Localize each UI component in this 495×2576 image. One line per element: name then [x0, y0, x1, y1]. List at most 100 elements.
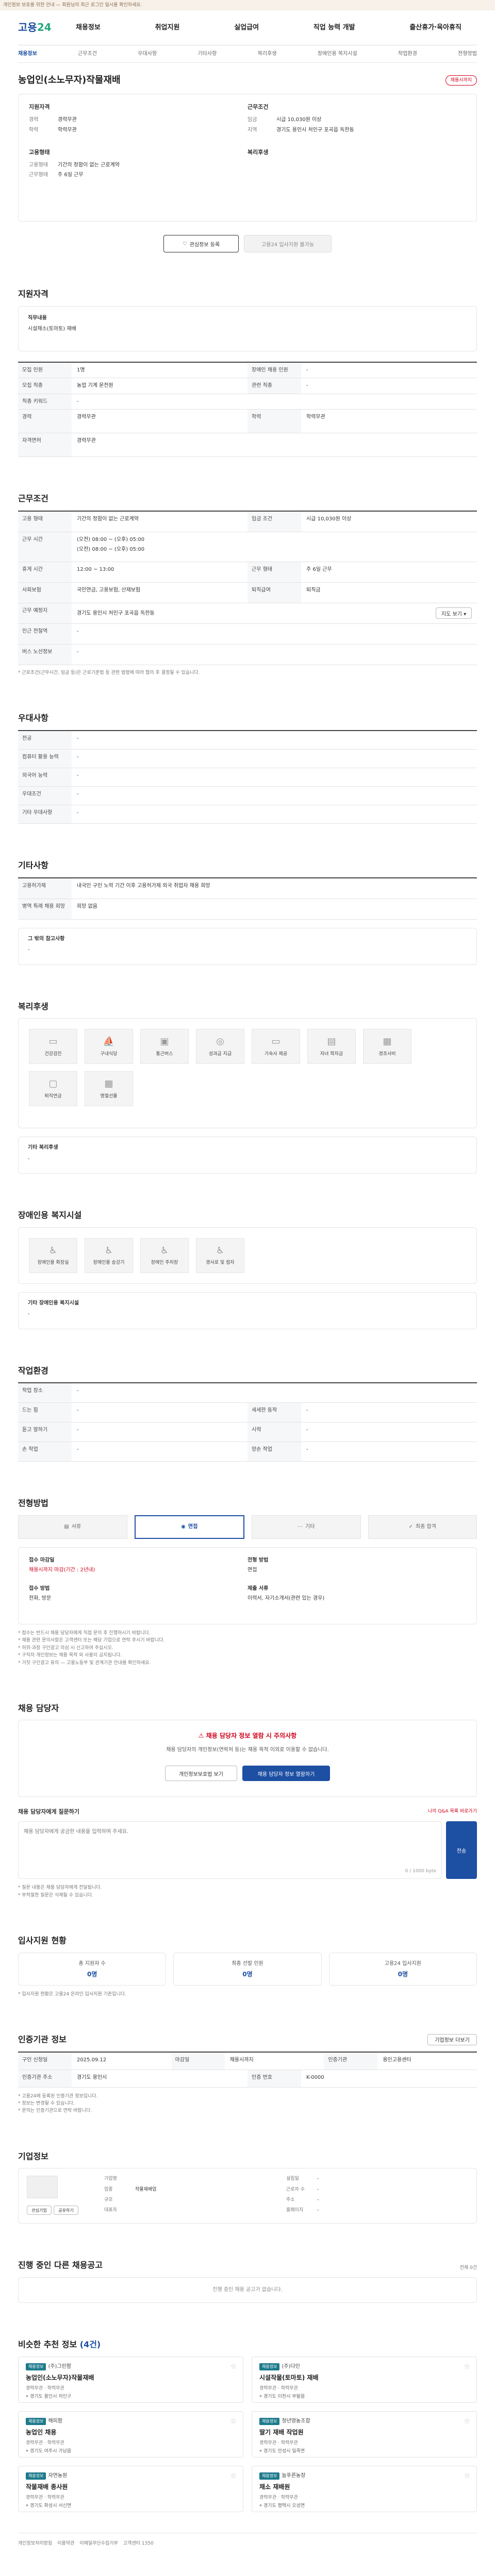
step-label: 기타: [305, 1524, 315, 1530]
qna-list-link[interactable]: 나의 Q&A 목록 바로가기: [428, 1808, 477, 1816]
facility-item: ♿ 장애인용 승강기: [85, 1238, 133, 1273]
card-company: 청년영농조합: [282, 2418, 310, 2424]
company-label: 근로자 수: [286, 2187, 305, 2192]
star-icon[interactable]: ☆: [230, 2417, 237, 2427]
subnav-item[interactable]: 작업환경: [398, 50, 417, 58]
privacy-law-button[interactable]: 개인정보보호법 보기: [165, 1766, 237, 1782]
welfare-item: ▢ 퇴직연금: [29, 1071, 77, 1107]
document-icon: ▦: [383, 1036, 392, 1047]
section-title: 기업정보: [18, 2151, 48, 2161]
gnb-item-jobs[interactable]: 채용정보: [76, 23, 101, 32]
card-badge: 채용정보: [26, 2363, 46, 2371]
similar-count: (4건): [79, 2340, 101, 2350]
table-header: 시력: [248, 1422, 301, 1442]
summary-head-cond: 근무조건: [248, 104, 269, 111]
similar-job-card[interactable]: ☆ 채용정보 (주)그린팜 농업인(소노무자)작물재배 경력무관 · 학력무관 ⌖ 경기도…: [18, 2356, 243, 2403]
table-header: 세세한 동작: [248, 1403, 301, 1422]
subnav-item[interactable]: 전형방법: [458, 50, 477, 58]
similar-job-card[interactable]: ☆ 채용정보 (주)다인 시설작물(토마토) 재배 경력무관 · 학력무관 ⌖ 경기도 이…: [252, 2356, 477, 2403]
status-badge: 채용시까지: [445, 75, 477, 86]
table-cell: 2025.09.12: [77, 2057, 107, 2063]
star-icon[interactable]: ☆: [464, 2362, 470, 2372]
card-company: 자연농원: [48, 2472, 68, 2479]
section-title: 비슷한 추천 정보: [18, 2340, 80, 2350]
section-title: 작업환경: [18, 1365, 48, 1376]
table-cell: (오전) 08:00 ~ (오후) 05:00: [77, 536, 145, 543]
global-nav: 고용24 채용정보 취업지원 실업급여 직업 능력 개발 출산휴가·육아휴직: [18, 10, 477, 45]
subnav-item[interactable]: 기타사항: [198, 50, 217, 58]
apply-button[interactable]: 고용24 입사지원 불가능: [244, 235, 332, 253]
table-cell: -: [77, 1447, 79, 1453]
company-more-button[interactable]: 기업정보 더보기: [427, 2033, 477, 2045]
table-header: 근무 형태: [248, 562, 301, 582]
star-icon[interactable]: ☆: [230, 2362, 237, 2372]
star-icon[interactable]: ☆: [230, 2471, 237, 2481]
star-icon[interactable]: ☆: [464, 2417, 470, 2427]
welfare-etc-value: -: [28, 1156, 30, 1162]
gnb-item-benefit[interactable]: 실업급여: [234, 23, 259, 32]
step-label: 서류: [71, 1524, 81, 1530]
favorite-button[interactable]: ♡ 관심정보 등록: [163, 235, 239, 253]
table-header: 인증 번호: [248, 2070, 301, 2087]
table-cell: K-0000: [306, 2074, 324, 2080]
card-title: 시설작물(토마토) 재배: [259, 2374, 319, 2382]
summary-label: 경력: [29, 117, 39, 123]
table-cell: 농업 기계 운전원: [77, 383, 113, 389]
subnav-item[interactable]: 근무조건: [78, 50, 97, 58]
byte-counter: 0 / 1000 byte: [405, 1869, 436, 1874]
table-cell: -: [306, 383, 308, 389]
table-header: 모집 직종: [18, 378, 72, 394]
table-header: 인증기관 주소: [18, 2070, 72, 2087]
subnav-item[interactable]: 우대사항: [138, 50, 157, 58]
welfare-label: 자녀 학자금: [320, 1051, 343, 1057]
table-cell: 경기도 용인시: [77, 2074, 107, 2080]
section-apply-status: 입사지원 현황 총 지원자 수 0명 최종 선발 인원 0명 고용24 입사지원 0명…: [18, 1920, 477, 1998]
table-header: 듣고 말하기: [18, 1422, 72, 1442]
share-button[interactable]: 공유하기: [54, 2206, 78, 2215]
welfare-label: 퇴직연금: [44, 1093, 62, 1099]
step-label: 면접: [188, 1524, 198, 1530]
card-meta: 경력무관: [259, 2385, 277, 2391]
table-cell: 국민연금, 고용보험, 산재보험: [77, 587, 141, 593]
footer-link[interactable]: 이용약관: [57, 2540, 74, 2547]
map-toggle-button[interactable]: 지도 보기 ▾: [436, 607, 472, 619]
star-icon[interactable]: ☆: [464, 2471, 470, 2481]
similar-job-card[interactable]: ☆ 채용정보 늘푸른농장 채소 재배원 경력무관 · 학력무관 ⌖ 경기도 평택시 오성면: [252, 2465, 477, 2512]
table-cell: 희망 없음: [77, 903, 97, 909]
subnav-item[interactable]: 복리후생: [258, 50, 277, 58]
section-qualification: 지원자격 직무내용 시설채소(토마토) 재배 모집 인원 1명 장애인 채용 인원 -…: [18, 273, 477, 457]
pin-icon: ⌖: [259, 2448, 263, 2454]
table-header: 우대조건: [18, 786, 72, 805]
send-question-button[interactable]: 전송: [446, 1821, 477, 1879]
table-header: 자격면허: [18, 433, 72, 457]
section-title: 채용 담당자: [18, 1703, 59, 1713]
subnav-item[interactable]: 채용정보: [18, 50, 37, 58]
footer-link[interactable]: 이메일무단수집거부: [79, 2540, 118, 2547]
footer-link[interactable]: 개인정보처리방침: [18, 2540, 52, 2547]
section-subnav: 채용정보 근무조건 우대사항 기타사항 복리후생 장애인용 복지시설 작업환경 …: [18, 45, 477, 63]
card-location: 경기도 안성시 일죽면: [263, 2448, 305, 2454]
gnb-item-training[interactable]: 직업 능력 개발: [314, 23, 355, 32]
table-header: 근무 시간: [18, 532, 72, 562]
gnb-item-support[interactable]: 취업지원: [155, 23, 180, 32]
section-certification: 인증기관 정보 기업정보 더보기 구인 신청일 2025.09.12 마감일 채용시…: [18, 2019, 477, 2115]
card-title: 딸기 재배 작업원: [259, 2429, 304, 2436]
facility-label: 장애인 주차장: [151, 1260, 178, 1266]
ask-textarea[interactable]: [24, 1827, 436, 1868]
table-header: 사회보험: [18, 582, 72, 603]
section-title: 인증기관 정보: [18, 2035, 67, 2045]
table-header: 경력: [18, 410, 72, 433]
summary-label: 임금: [248, 117, 257, 123]
logo[interactable]: 고용24: [18, 21, 76, 35]
similar-job-card[interactable]: ☆ 채용정보 청년영농조합 딸기 재배 작업원 경력무관 · 학력무관 ⌖ 경기도 안성시…: [252, 2411, 477, 2458]
facility-box: ♿ 장애인용 화장실 ♿ 장애인용 승강기 ♿ 장애인 주차장 ♿ 경사로 및 점자: [18, 1227, 477, 1284]
gnb-item-leave[interactable]: 출산휴가·육아휴직: [409, 23, 461, 32]
favorite-company-button[interactable]: 관심기업: [27, 2206, 52, 2215]
view-contact-button[interactable]: 채용 담당자 정보 열람하기: [242, 1766, 330, 1782]
welfare-label: 성과급 지급: [208, 1051, 232, 1057]
subnav-item[interactable]: 장애인용 복지시설: [318, 50, 357, 58]
table-header: 인근 전철역: [18, 623, 72, 644]
similar-job-card[interactable]: ☆ 채용정보 자연농원 작물재배 종사원 경력무관 · 학력무관 ⌖ 경기도 화성시 서신…: [18, 2465, 243, 2512]
similar-job-card[interactable]: ☆ 채용정보 해피팜 농업인 채용 경력무관 · 학력무관 ⌖ 경기도 여주시 가남읍: [18, 2411, 243, 2458]
table-cell: 12:00 ~ 13:00: [77, 566, 114, 572]
